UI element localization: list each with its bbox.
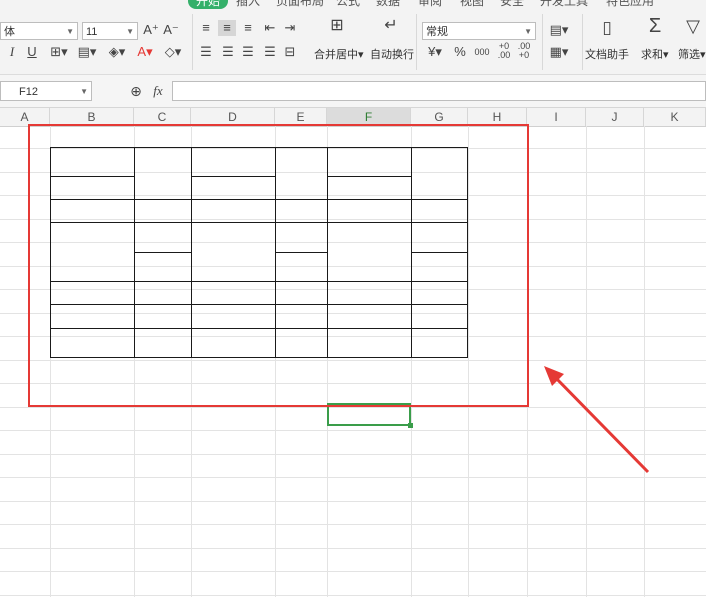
menu-tab-security[interactable]: 安全 (500, 0, 524, 9)
filter-label: 筛选 (678, 49, 700, 61)
distribute-icon[interactable]: ⊟ (282, 44, 298, 60)
formula-bar: F12 ▼ ⊕ fx (0, 75, 706, 108)
grow-font-button[interactable]: A⁺ (143, 22, 159, 38)
menu-bar: ⋯ 开始 插入 页面布局 公式 数据 审阅 视图 安全 开发工具 特色应用 (0, 0, 706, 10)
ribbon-divider (582, 14, 583, 70)
name-box-value: F12 (19, 86, 38, 98)
number-format-select[interactable]: 常规 ▼ (422, 22, 536, 40)
ribbon-divider (192, 14, 193, 70)
font-size-value: 11 (86, 26, 98, 38)
ribbon-divider (416, 14, 417, 70)
doc-assistant-icon[interactable]: ▯ (596, 19, 618, 36)
align-center-icon[interactable]: ☰ (220, 44, 236, 60)
filter-button[interactable]: 筛选▾ (678, 46, 706, 62)
align-bottom-icon[interactable]: ≡ (240, 20, 256, 36)
menu-tab-review[interactable]: 审阅 (418, 0, 442, 9)
merge-center-icon[interactable]: ⊞ (326, 18, 348, 34)
name-box[interactable]: F12 ▼ (0, 81, 92, 101)
grid-row-line (0, 571, 706, 572)
zoom-search-icon[interactable]: ⊕ (128, 83, 144, 99)
ribbon-toolbar: 体 ▼ 11 ▼ A⁺ A⁻ I U ⊞▾ ▤▾ ◈▾ A▾ ◇▾ ≡ ≡ ≡ … (0, 10, 706, 75)
font-name-select[interactable]: 体 ▼ (0, 22, 78, 40)
grid-row-line (0, 524, 706, 525)
decrease-indent-icon[interactable]: ⇤ (262, 20, 278, 36)
italic-button[interactable]: I (6, 44, 18, 60)
grid-row-line (0, 548, 706, 549)
sum-icon[interactable]: Σ (644, 16, 666, 36)
justify-icon[interactable]: ☰ (262, 44, 278, 60)
align-middle-icon[interactable]: ≡ (218, 20, 236, 36)
font-color-button[interactable]: A▾ (134, 44, 156, 60)
fx-button[interactable]: fx (150, 83, 166, 99)
chevron-down-icon: ▼ (524, 27, 532, 36)
menu-tab-developer[interactable]: 开发工具 (540, 0, 588, 9)
chevron-down-icon: ▼ (80, 87, 88, 96)
menu-tab-page-layout[interactable]: 页面布局 (276, 0, 324, 9)
annotation-arrow-shaft (550, 372, 650, 474)
increase-indent-icon[interactable]: ⇥ (282, 20, 298, 36)
merge-center-label: 合并居中 (314, 49, 358, 61)
column-header-j[interactable]: J (586, 108, 644, 126)
column-header-k[interactable]: K (644, 108, 706, 126)
grid-row-line (0, 477, 706, 478)
annotation-rectangle (28, 124, 529, 407)
conditional-format-icon[interactable]: ▤▾ (548, 22, 570, 38)
menu-tab-special[interactable]: 特色应用 (606, 0, 654, 9)
thousands-button[interactable]: 000 (472, 44, 492, 60)
formula-input[interactable] (172, 81, 706, 101)
font-size-select[interactable]: 11 ▼ (82, 22, 138, 40)
currency-symbol: ¥ (428, 44, 436, 59)
number-format-value: 常规 (426, 26, 448, 38)
border-icon[interactable]: ⊞▾ (48, 44, 70, 60)
column-header-i[interactable]: I (527, 108, 586, 126)
grid-row-line (0, 595, 706, 596)
menu-tab-home[interactable]: 开始 (188, 0, 229, 9)
wrap-text-icon[interactable]: ↵ (380, 18, 402, 34)
clear-format-icon[interactable]: ◇▾ (162, 44, 184, 60)
chevron-down-icon: ▼ (126, 27, 134, 36)
align-top-icon[interactable]: ≡ (198, 20, 214, 36)
grid-row-line (0, 501, 706, 502)
currency-button[interactable]: ¥▾ (424, 44, 446, 60)
underline-button[interactable]: U (26, 44, 38, 60)
align-left-icon[interactable]: ☰ (198, 44, 214, 60)
ribbon-divider (542, 14, 543, 70)
menu-tab-data[interactable]: 数据 (376, 0, 400, 9)
fill-color-icon[interactable]: ◈▾ (106, 44, 128, 60)
wrap-text-label: 自动换行 (370, 49, 414, 61)
font-color-letter: A (137, 44, 147, 59)
shrink-font-button[interactable]: A⁻ (163, 22, 179, 38)
filter-icon[interactable]: ▽ (682, 17, 704, 35)
font-name-value: 体 (4, 26, 15, 38)
chevron-down-icon: ▼ (66, 27, 74, 36)
menu-tab-view[interactable]: 视图 (460, 0, 484, 9)
fill-handle[interactable] (408, 423, 413, 428)
wrap-text-button[interactable]: 自动换行 (370, 46, 414, 62)
menu-tab-insert[interactable]: 插入 (236, 0, 260, 9)
menu-item-misc[interactable]: ⋯ (4, 0, 16, 6)
percent-button[interactable]: % (452, 44, 468, 60)
annotation-arrow (544, 366, 650, 474)
increase-decimal-button[interactable]: +0 .00 (496, 42, 512, 60)
sum-label: 求和 (641, 49, 663, 61)
sum-button[interactable]: 求和▾ (641, 46, 669, 62)
cell-style-icon[interactable]: ▤▾ (76, 44, 98, 60)
table-style-icon[interactable]: ▦▾ (548, 44, 570, 60)
doc-assistant-button[interactable]: 文档助手 (585, 46, 629, 62)
align-right-icon[interactable]: ☰ (240, 44, 256, 60)
merge-center-button[interactable]: 合并居中▾ (314, 46, 364, 62)
decrease-decimal-button[interactable]: .00 +0 (516, 42, 532, 60)
menu-tab-formulas[interactable]: 公式 (336, 0, 360, 9)
